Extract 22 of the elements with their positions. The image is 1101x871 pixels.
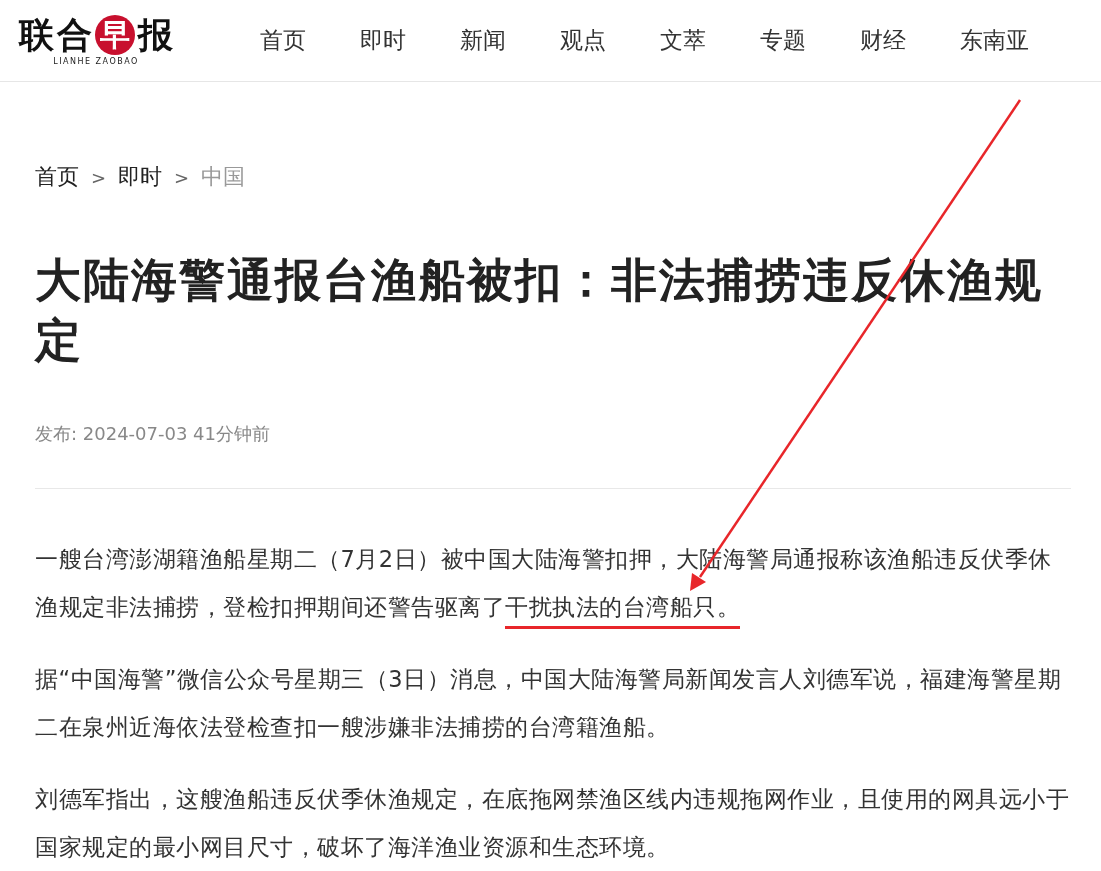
nav-link[interactable]: 观点 <box>560 25 606 56</box>
logo-character: 联 <box>19 15 54 55</box>
nav-link[interactable]: 即时 <box>360 25 406 56</box>
nav-link[interactable]: 首页 <box>260 25 306 56</box>
article-paragraph: 据“中国海警”微信公众号星期三（3日）消息，中国大陆海警局新闻发言人刘德军说，福建海警星期二在泉州近海依法登检查扣一艘涉嫌非法捕捞的台湾籍渔船。 <box>35 665 1063 742</box>
logo-character: 早 <box>95 15 135 55</box>
breadcrumb-separator: > <box>91 166 107 188</box>
logo-subtitle: LIANHE ZAOBAO <box>53 57 139 66</box>
article-title: 大陆海警通报台渔船被扣：非法捕捞违反休渔规定 <box>35 252 1044 369</box>
nav-link[interactable]: 专题 <box>760 25 806 56</box>
nav-link[interactable]: 财经 <box>860 25 906 56</box>
breadcrumb-separator: > <box>174 166 190 188</box>
breadcrumb-link[interactable]: 即时 <box>118 162 163 192</box>
logo-character: 报 <box>138 15 173 55</box>
logo-character: 合 <box>57 15 92 55</box>
nav-link[interactable]: 文萃 <box>660 25 706 56</box>
publish-info: 发布: 2024-07-03 41分钟前 <box>35 422 272 446</box>
logo[interactable]: 联合 早 报 LIANHE ZAOBAO <box>12 15 180 66</box>
breadcrumb-link[interactable]: 首页 <box>35 162 79 192</box>
article-paragraph: 刘德军指出，这艘渔船违反伏季休渔规定，在底拖网禁渔区线内违规拖网作业，且使用的网具远小于国家规定的最小网目尺寸，破坏了海洋渔业资源和生态环境。 <box>35 785 1070 862</box>
nav-link[interactable]: 东南亚 <box>960 25 1029 56</box>
nav-link[interactable]: 新闻 <box>460 25 506 56</box>
